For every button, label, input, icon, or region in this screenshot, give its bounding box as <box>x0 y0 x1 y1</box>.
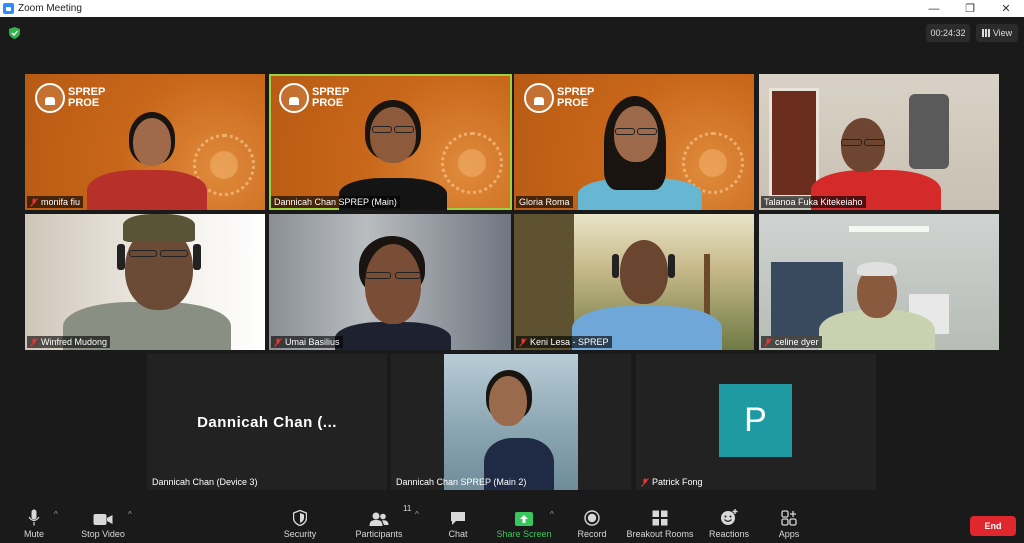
chat-bubble-icon <box>451 512 465 525</box>
shield-icon <box>293 510 307 526</box>
smiley-plus-icon <box>721 509 738 525</box>
participant-nametag: Dannicah Chan (Device 3) <box>152 477 258 487</box>
video-tile-no-video[interactable]: Dannicah Chan (... Dannicah Chan (Device… <box>147 354 387 490</box>
video-tile[interactable]: Winfred Mudong <box>25 214 265 350</box>
participant-nametag: Patrick Fong <box>638 476 706 488</box>
security-button[interactable]: Security <box>283 506 317 539</box>
participant-nametag: monifa fiu <box>27 196 84 208</box>
video-tile[interactable]: Talanoa Fuka Kitekeiaho <box>759 74 999 210</box>
participant-display-name: Dannicah Chan (... <box>197 413 337 431</box>
participant-nametag: Umai Basilius <box>271 336 343 348</box>
record-icon <box>584 510 600 526</box>
video-tile[interactable]: Umai Basilius <box>269 214 511 350</box>
sprep-logo: SPREP PROE <box>35 83 105 113</box>
participants-button[interactable]: 11 Participants <box>355 504 411 539</box>
minimize-button[interactable]: — <box>916 0 952 17</box>
chat-button[interactable]: Chat <box>446 506 470 539</box>
participant-nametag: Gloria Roma <box>516 196 573 208</box>
end-meeting-button[interactable]: End <box>970 516 1016 536</box>
video-tile[interactable]: celine dyer <box>759 214 999 350</box>
zoom-app-icon <box>3 3 14 14</box>
chevron-up-icon[interactable]: ^ <box>415 510 419 519</box>
video-tile[interactable]: SPREP PROE monifa fiu <box>25 74 265 210</box>
restore-button[interactable]: ❐ <box>952 0 988 17</box>
view-label: View <box>992 28 1013 38</box>
grid-icon <box>981 29 990 37</box>
video-tile[interactable]: SPREP PROE Gloria Roma <box>514 74 754 210</box>
chevron-up-icon[interactable]: ^ <box>54 510 58 519</box>
participant-nametag: Keni Lesa - SPREP <box>516 336 612 348</box>
mute-button[interactable]: Mute <box>22 506 46 539</box>
chevron-up-icon[interactable]: ^ <box>550 510 554 519</box>
chevron-up-icon[interactable]: ^ <box>128 510 132 519</box>
share-screen-icon <box>515 512 533 526</box>
participant-nametag: Talanoa Fuka Kitekeiaho <box>761 196 866 208</box>
participant-nametag: Dannicah Chan SPREP (Main 2) <box>396 477 527 487</box>
breakout-rooms-icon <box>652 510 668 526</box>
participant-nametag: celine dyer <box>761 336 822 348</box>
video-camera-icon <box>93 514 113 525</box>
shield-icon[interactable] <box>9 27 20 39</box>
sun-decoration <box>441 132 503 194</box>
people-icon <box>369 512 389 526</box>
avatar: P <box>719 384 792 457</box>
view-button[interactable]: View <box>976 24 1018 42</box>
apps-icon <box>781 510 797 526</box>
video-tile-active-speaker[interactable]: SPREP PROE Dannicah Chan SPREP (Main) <box>269 74 512 210</box>
close-button[interactable]: ✕ <box>988 0 1024 17</box>
apps-button[interactable]: Apps <box>777 506 801 539</box>
microphone-icon <box>28 509 40 526</box>
record-button[interactable]: Record <box>578 506 607 539</box>
share-screen-button[interactable]: Share Screen <box>496 506 552 539</box>
video-tile[interactable]: Dannicah Chan SPREP (Main 2) <box>391 354 631 490</box>
mic-muted-icon <box>519 337 527 347</box>
video-tile-no-video[interactable]: P Patrick Fong <box>636 354 876 490</box>
mic-muted-icon <box>764 337 772 347</box>
participants-count: 11 <box>403 504 412 513</box>
breakout-rooms-button[interactable]: Breakout Rooms <box>626 506 694 539</box>
sprep-logo: SPREP PROE <box>524 83 594 113</box>
participant-nametag: Dannicah Chan SPREP (Main) <box>271 196 400 208</box>
participant-nametag: Winfred Mudong <box>27 336 111 348</box>
stop-video-button[interactable]: Stop Video <box>80 506 126 539</box>
title-bar: Zoom Meeting — ❐ ✕ <box>0 0 1024 17</box>
mic-muted-icon <box>641 477 649 487</box>
video-tile[interactable]: Keni Lesa - SPREP <box>514 214 754 350</box>
meeting-timer: 00:24:32 <box>926 24 970 42</box>
meeting-toolbar: Mute ^ Stop Video ^ Security 11 Particip… <box>0 500 1024 543</box>
mic-muted-icon <box>30 197 38 207</box>
sprep-logo: SPREP PROE <box>279 83 349 113</box>
window-title: Zoom Meeting <box>18 3 82 14</box>
mic-muted-icon <box>274 337 282 347</box>
meeting-area: 00:24:32 View SPREP PROE monifa fiu SPREP… <box>0 17 1024 500</box>
reactions-button[interactable]: Reactions <box>709 506 749 539</box>
mic-muted-icon <box>30 337 38 347</box>
